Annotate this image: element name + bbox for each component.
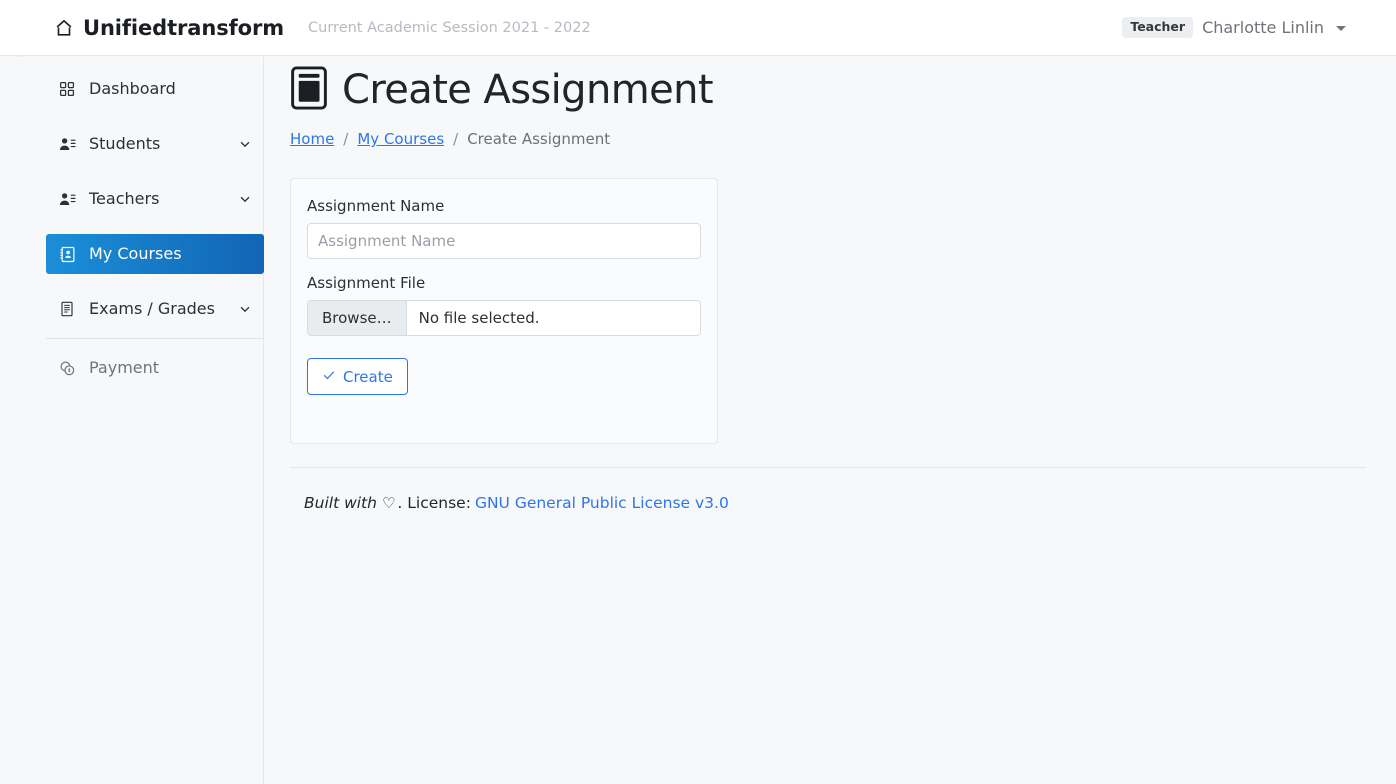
breadcrumb-item-my-courses[interactable]: My Courses xyxy=(357,130,444,148)
sidebar-item-label: Exams / Grades xyxy=(89,299,215,318)
sidebar-item-my-courses[interactable]: My Courses xyxy=(46,234,264,274)
sidebar-item-students[interactable]: Students xyxy=(46,124,264,164)
breadcrumb-item-current: Create Assignment xyxy=(467,130,611,148)
sidebar-divider xyxy=(46,338,263,339)
user-menu[interactable]: Teacher Charlotte Linlin xyxy=(1122,16,1346,39)
chevron-down-icon[interactable] xyxy=(238,302,252,316)
chevron-down-icon[interactable] xyxy=(238,137,252,151)
breadcrumb: Home / My Courses / Create Assignment xyxy=(290,130,1396,148)
sidebar-item-teachers[interactable]: Teachers xyxy=(46,179,264,219)
page-title: Create Assignment xyxy=(342,67,714,113)
main-content: Create Assignment Home / My Courses / Cr… xyxy=(265,57,1396,784)
sidebar-item-label: Dashboard xyxy=(89,79,176,98)
brand-text: Unifiedtransform xyxy=(83,15,285,40)
breadcrumb-separator: / xyxy=(453,130,459,148)
home-icon xyxy=(54,18,74,38)
sidebar-item-label: Payment xyxy=(89,358,160,377)
user-name-label: Charlotte Linlin xyxy=(1202,18,1324,37)
sidebar-item-payment[interactable]: Payment xyxy=(46,348,264,388)
chevron-down-icon[interactable] xyxy=(238,192,252,206)
journal-book-icon xyxy=(290,66,328,114)
sidebar-item-label: Students xyxy=(89,134,161,153)
sidebar: Dashboard Students Teachers My Courses E… xyxy=(0,57,264,784)
top-navbar: Unifiedtransform Current Academic Sessio… xyxy=(0,0,1396,56)
breadcrumb-separator: / xyxy=(343,130,349,148)
sidebar-item-exams-grades[interactable]: Exams / Grades xyxy=(46,289,264,329)
sidebar-item-dashboard[interactable]: Dashboard xyxy=(46,69,264,109)
breadcrumb-item-home[interactable]: Home xyxy=(290,130,334,148)
brand-link[interactable]: Unifiedtransform xyxy=(54,16,284,40)
grid-icon xyxy=(56,81,78,97)
page-header: Create Assignment xyxy=(290,66,1396,114)
document-icon xyxy=(56,301,78,317)
sidebar-item-label: Teachers xyxy=(89,189,160,208)
coins-icon xyxy=(56,360,78,377)
address-book-icon xyxy=(56,246,78,263)
role-badge: Teacher xyxy=(1122,16,1194,39)
people-icon xyxy=(56,136,78,153)
academic-session-text: Current Academic Session 2021 - 2022 xyxy=(308,19,591,36)
caret-down-icon[interactable] xyxy=(1336,26,1346,31)
people-icon xyxy=(56,191,78,208)
sidebar-item-label: My Courses xyxy=(89,244,182,263)
